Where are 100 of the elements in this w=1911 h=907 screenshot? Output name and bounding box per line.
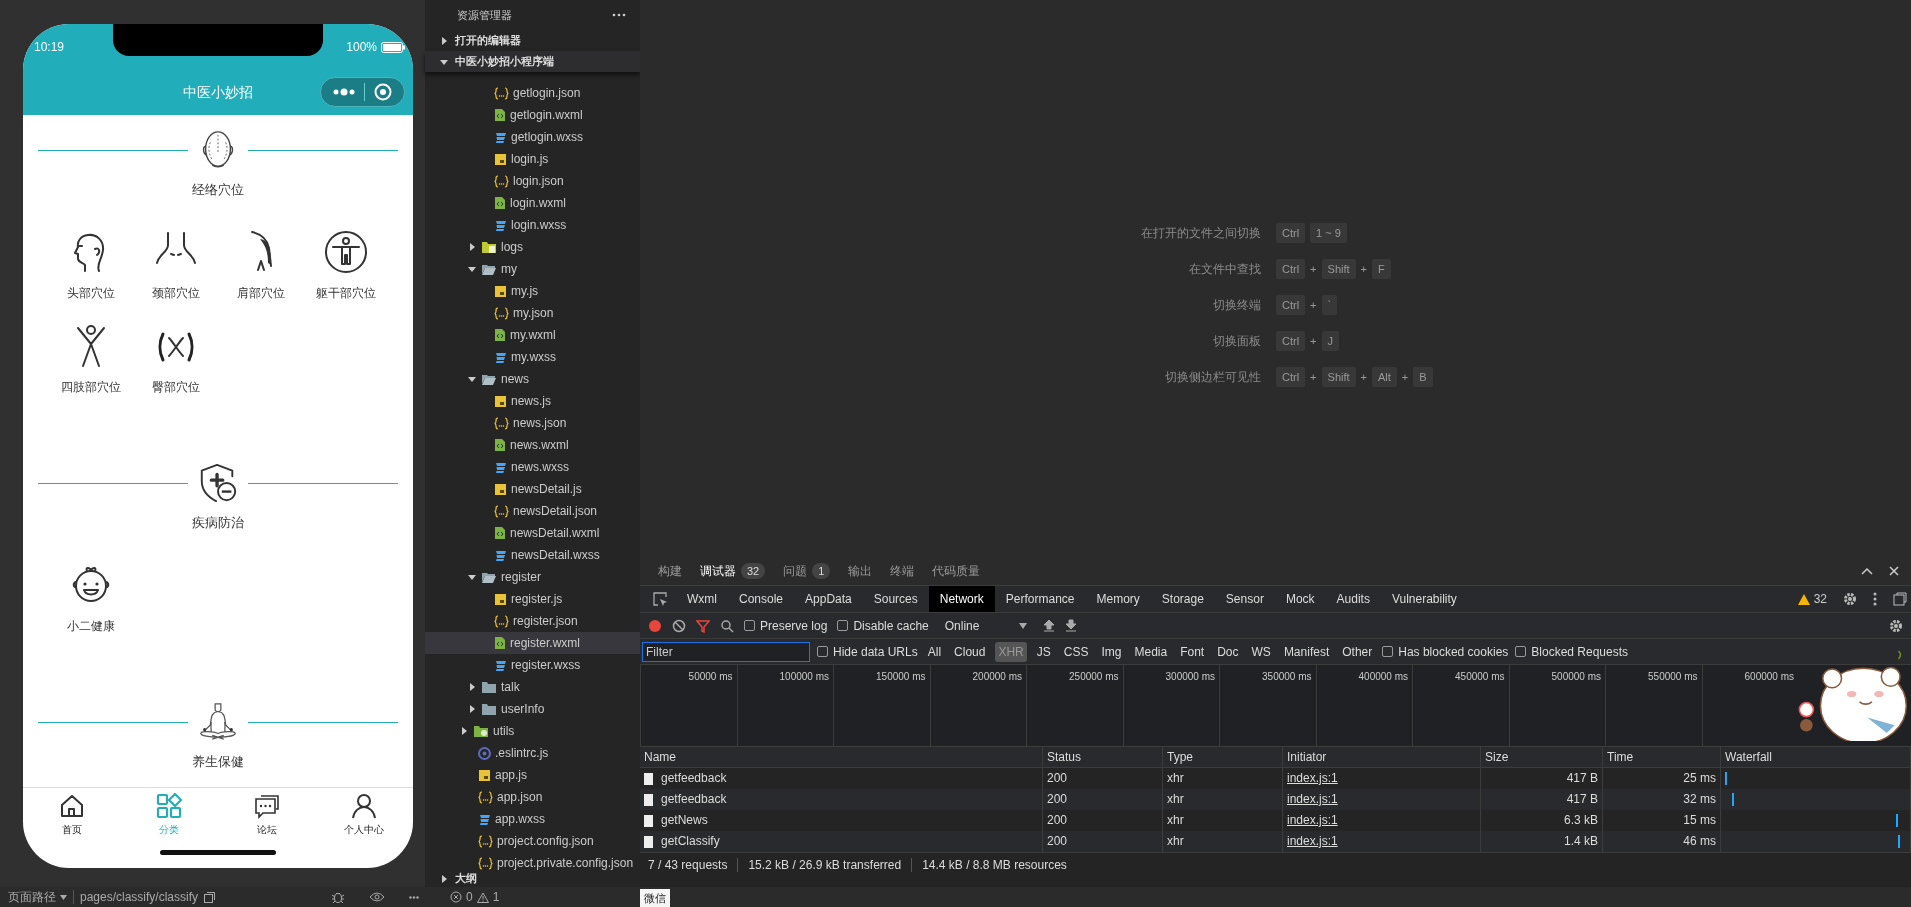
checkbox[interactable]: [1515, 646, 1527, 657]
column-header[interactable]: Status: [1043, 747, 1163, 768]
type-filter[interactable]: Media: [1131, 641, 1171, 662]
panel-tab[interactable]: 代码质量: [932, 562, 981, 580]
file-item[interactable]: login.json: [425, 170, 640, 192]
bottom-tab[interactable]: 微信: [640, 889, 670, 907]
category-label[interactable]: 头部穴位: [66, 284, 115, 302]
category-label[interactable]: 颈部穴位: [151, 284, 200, 302]
initiator-link[interactable]: index.js:1: [1287, 792, 1338, 806]
checkbox-option[interactable]: Has blocked cookies: [1382, 642, 1509, 661]
checkbox-option[interactable]: Hide data URLs: [817, 642, 918, 661]
file-item[interactable]: register.wxss: [425, 654, 640, 676]
panel-tab[interactable]: 构建: [658, 562, 682, 580]
path-menu[interactable]: 页面路径: [8, 888, 67, 906]
file-item[interactable]: news.js: [425, 390, 640, 412]
file-item[interactable]: getlogin.wxml: [425, 104, 640, 126]
settings-icon[interactable]: [1889, 618, 1903, 633]
file-item[interactable]: register.json: [425, 610, 640, 632]
devtools-tab[interactable]: Audits: [1325, 586, 1381, 612]
checkbox-option[interactable]: Blocked Requests: [1515, 642, 1629, 661]
request-name[interactable]: getfeedback: [661, 789, 727, 810]
devtools-tab[interactable]: Performance: [994, 586, 1086, 612]
tab-bar-item[interactable]: 论坛: [218, 788, 316, 837]
folder-item[interactable]: my: [425, 258, 640, 280]
checkbox[interactable]: [744, 620, 755, 631]
type-filter[interactable]: Manifest: [1280, 641, 1333, 662]
throttling-select[interactable]: Online: [938, 616, 1034, 635]
type-filter[interactable]: WS: [1248, 641, 1274, 662]
upload-icon[interactable]: [1043, 619, 1056, 632]
panel-tab[interactable]: 输出: [848, 562, 873, 580]
devtools-tab[interactable]: Sensor: [1214, 586, 1275, 612]
file-item[interactable]: news.wxml: [425, 434, 640, 456]
file-item[interactable]: app.wxss: [425, 808, 640, 830]
request-name[interactable]: getNews: [661, 810, 708, 831]
category-label[interactable]: 躯干部穴位: [315, 284, 376, 302]
file-item[interactable]: newsDetail.js: [425, 478, 640, 500]
type-filter[interactable]: Doc: [1214, 641, 1242, 662]
section-header[interactable]: 大纲: [425, 870, 640, 887]
initiator-link[interactable]: index.js:1: [1287, 834, 1338, 848]
file-item[interactable]: register.js: [425, 588, 640, 610]
clear-icon[interactable]: [672, 618, 686, 633]
checkbox[interactable]: [1382, 646, 1394, 657]
folder-item[interactable]: logs: [425, 236, 640, 258]
file-item[interactable]: project.private.config.json: [425, 852, 640, 870]
category-label[interactable]: 四肢部穴位: [60, 378, 121, 396]
request-name[interactable]: getfeedback: [661, 768, 727, 789]
category-label[interactable]: 小二健康: [66, 617, 115, 635]
file-item[interactable]: newsDetail.json: [425, 500, 640, 522]
devtools-tab[interactable]: Vulnerability: [1380, 586, 1468, 612]
initiator-link[interactable]: index.js:1: [1287, 771, 1338, 785]
file-item[interactable]: my.wxml: [425, 324, 640, 346]
type-filter[interactable]: Img: [1098, 641, 1125, 662]
checkbox[interactable]: [817, 646, 828, 657]
initiator-link[interactable]: index.js:1: [1287, 813, 1338, 827]
copy-icon[interactable]: [204, 891, 216, 903]
column-header[interactable]: Name: [640, 747, 1043, 768]
file-item[interactable]: getlogin.wxss: [425, 126, 640, 148]
search-icon[interactable]: [720, 618, 734, 633]
file-item[interactable]: login.wxss: [425, 214, 640, 236]
kebab-menu-icon[interactable]: [1873, 592, 1877, 606]
file-item[interactable]: register.wxml: [425, 632, 640, 654]
section-header[interactable]: 中医小妙招小程序端: [425, 51, 640, 72]
more-icon[interactable]: [612, 13, 626, 17]
file-item[interactable]: login.js: [425, 148, 640, 170]
panel-tab[interactable]: 调试器 32: [700, 562, 766, 580]
folder-item[interactable]: register: [425, 566, 640, 588]
type-filter[interactable]: Other: [1339, 641, 1376, 662]
file-item[interactable]: news.json: [425, 412, 640, 434]
folder-item[interactable]: news: [425, 368, 640, 390]
file-item[interactable]: my.wxss: [425, 346, 640, 368]
select-element-icon[interactable]: [652, 591, 668, 607]
category-label[interactable]: 肩部穴位: [236, 284, 285, 302]
devtools-tab[interactable]: Sources: [862, 586, 929, 612]
checkbox[interactable]: [837, 620, 849, 631]
file-item[interactable]: project.config.json: [425, 830, 640, 852]
checkbox-option[interactable]: Preserve log: [744, 616, 828, 635]
chevron-up-icon[interactable]: [1861, 567, 1873, 575]
tab-bar-item[interactable]: 首页: [23, 788, 121, 837]
file-item[interactable]: newsDetail.wxml: [425, 522, 640, 544]
settings-icon[interactable]: [1843, 592, 1857, 606]
type-filter[interactable]: All: [924, 641, 945, 662]
more-icon[interactable]: [409, 895, 419, 899]
file-item[interactable]: news.wxss: [425, 456, 640, 478]
record-icon[interactable]: [648, 618, 662, 633]
devtools-tab[interactable]: Mock: [1274, 586, 1326, 612]
type-filter[interactable]: Font: [1177, 641, 1208, 662]
filter-field[interactable]: Filter: [642, 641, 810, 662]
panel-tab[interactable]: 终端: [890, 562, 915, 580]
more-icon[interactable]: [333, 88, 356, 96]
capsule-menu[interactable]: [320, 77, 405, 107]
devtools-tab[interactable]: Console: [728, 586, 795, 612]
folder-item[interactable]: userInfo: [425, 698, 640, 720]
download-icon[interactable]: [1065, 619, 1078, 632]
bug-icon[interactable]: [331, 890, 345, 904]
file-item[interactable]: app.json: [425, 786, 640, 808]
column-header[interactable]: Time: [1603, 747, 1721, 768]
devtools-tab[interactable]: AppData: [794, 586, 863, 612]
devtools-tab[interactable]: Wxml: [676, 586, 728, 612]
file-item[interactable]: my.js: [425, 280, 640, 302]
file-item[interactable]: getlogin.json: [425, 82, 640, 104]
